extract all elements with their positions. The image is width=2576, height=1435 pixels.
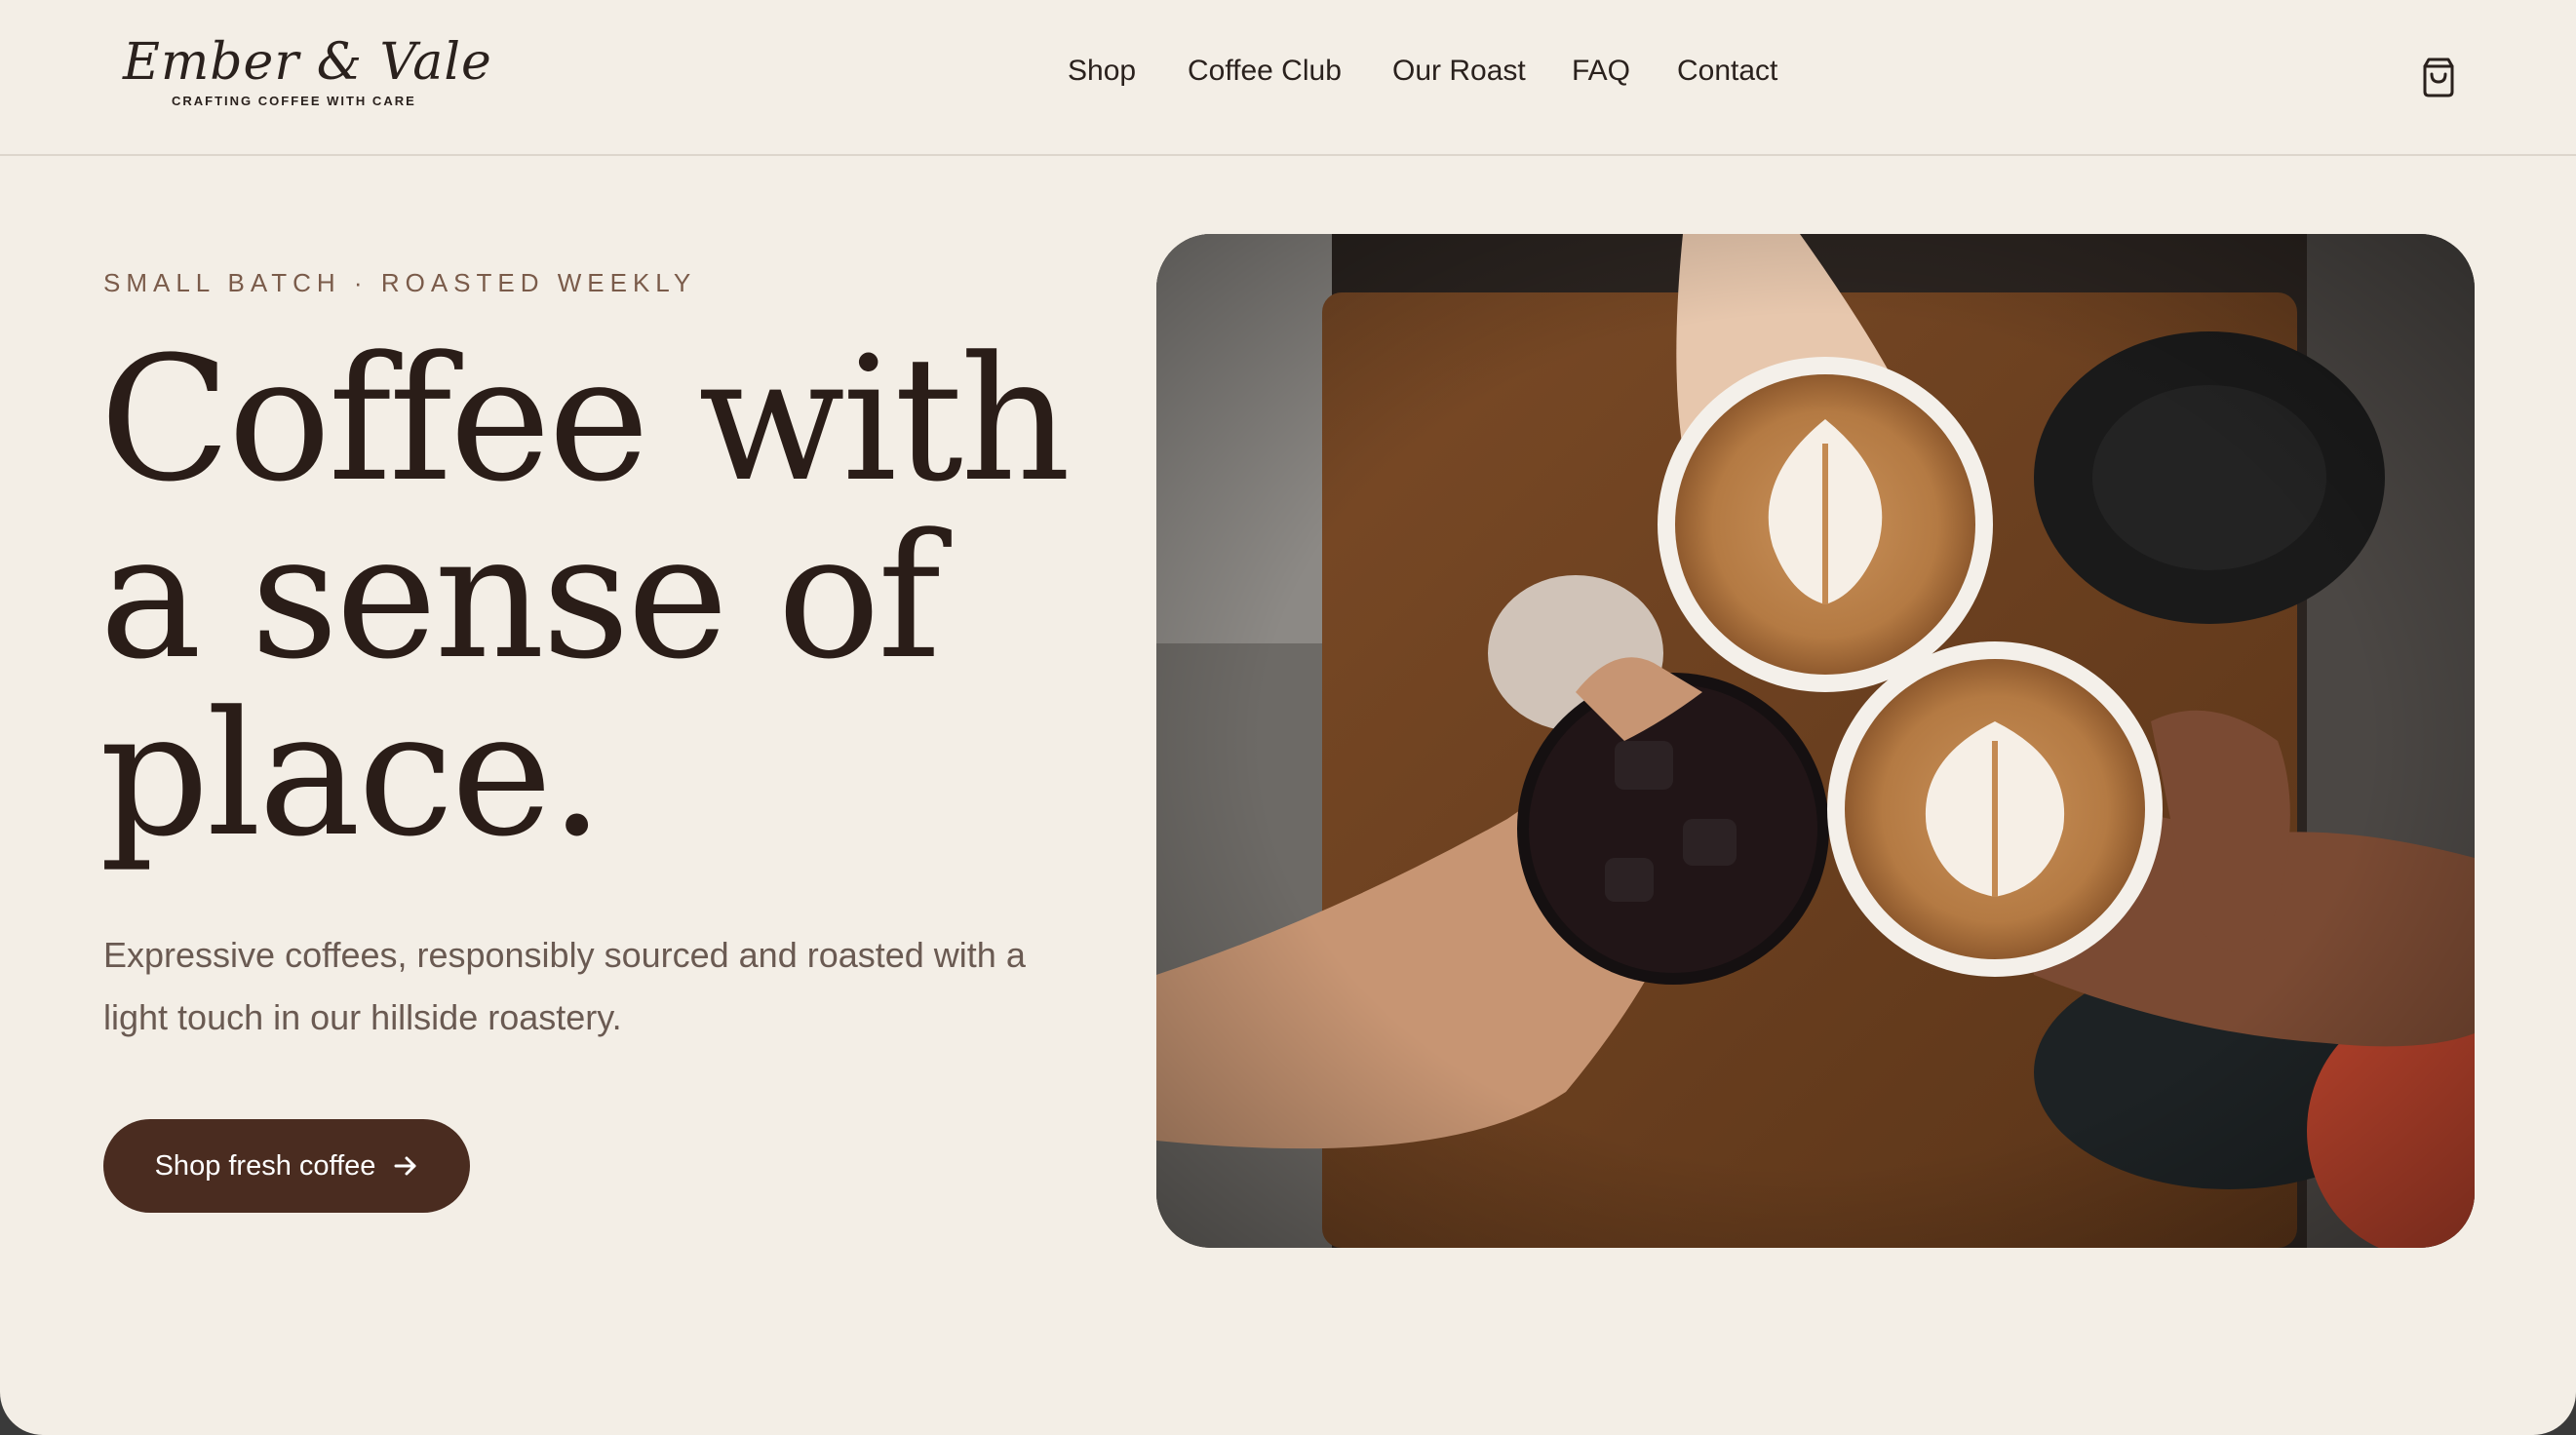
hero-photo <box>1156 234 2475 1248</box>
shopping-bag-icon[interactable] <box>2416 55 2461 99</box>
shop-fresh-coffee-button[interactable]: Shop fresh coffee <box>103 1119 470 1213</box>
brand-tagline: CRAFTING COFFEE WITH CARE <box>172 94 416 108</box>
brand-logo[interactable]: Ember & Vale CRAFTING COFFEE WITH CARE <box>121 33 491 117</box>
site-header: Ember & Vale CRAFTING COFFEE WITH CARE S… <box>0 0 2576 156</box>
coffee-cups-photo <box>1156 234 2475 1248</box>
nav-item-our-roast[interactable]: Our Roast <box>1392 55 1526 88</box>
nav-item-coffee-club[interactable]: Coffee Club <box>1188 55 1342 88</box>
arrow-right-icon <box>394 1156 416 1176</box>
hero-headline: Coffee with a sense of place. <box>99 320 1071 874</box>
page: Ember & Vale CRAFTING COFFEE WITH CARE S… <box>0 0 2576 1435</box>
cta-label: Shop fresh coffee <box>154 1149 376 1182</box>
nav-item-contact[interactable]: Contact <box>1677 55 1777 88</box>
hero-eyebrow: SMALL BATCH · ROASTED WEEKLY <box>103 268 697 297</box>
nav-item-faq[interactable]: FAQ <box>1572 55 1630 88</box>
brand-name: Ember & Vale <box>123 33 492 92</box>
hero-subtext: Expressive coffees, responsibly sourced … <box>103 935 1026 1037</box>
nav-item-shop[interactable]: Shop <box>1068 55 1136 88</box>
